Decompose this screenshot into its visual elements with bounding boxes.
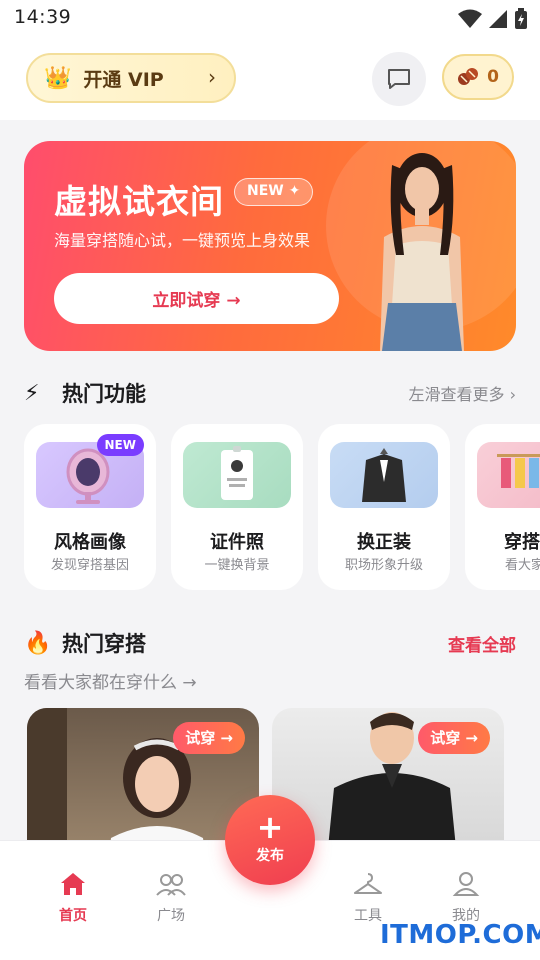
swipe-more-link[interactable]: 左滑查看更多 ›	[408, 381, 516, 405]
hanger-icon	[354, 873, 382, 894]
virtual-fitting-banner[interactable]: 虚拟试衣间 NEW ✦ 海量穿搭随心试，一键预览上身效果 立即试穿 →	[24, 141, 516, 351]
feature-card-outfit-square[interactable]: 穿搭广 看大家都	[465, 424, 540, 590]
outfit-square-image	[477, 442, 540, 508]
banner-title: 虚拟试衣间	[54, 182, 224, 221]
hot-outfits-header: 🔥 热门穿搭 查看全部	[24, 625, 516, 661]
status-bar: 14:39	[0, 0, 540, 36]
vip-label: 开通 VIP	[83, 68, 164, 91]
vip-button[interactable]: 👑 开通 VIP ›	[26, 53, 236, 103]
feature-name: 穿搭广	[504, 532, 540, 553]
feature-card-formal-wear[interactable]: 换正装 职场形象升级	[318, 424, 450, 590]
hot-outfits-subtitle[interactable]: 看看大家都在穿什么 →	[24, 668, 197, 693]
publish-label: 发布	[256, 848, 284, 864]
chevron-right-icon: ›	[509, 385, 516, 404]
banner-subtitle: 海量穿搭随心试，一键预览上身效果	[54, 231, 311, 250]
status-icons	[458, 8, 528, 30]
tab-tools[interactable]: 工具	[328, 871, 408, 925]
plus-icon: +	[256, 808, 284, 846]
hot-features-header: ⚡ 热门功能 左滑查看更多 ›	[24, 375, 516, 411]
battery-icon	[515, 8, 527, 29]
model-photo	[380, 153, 464, 351]
lightning-icon: ⚡	[24, 380, 40, 406]
chevron-right-icon: ›	[208, 65, 216, 89]
feature-desc: 一键换背景	[204, 558, 270, 573]
message-button[interactable]	[372, 52, 426, 106]
clothes-rack-icon	[497, 454, 540, 488]
fire-icon: 🔥	[24, 630, 52, 656]
feature-desc: 看大家都	[504, 558, 540, 573]
suit-icon	[362, 448, 406, 502]
status-time: 14:39	[14, 6, 72, 28]
tab-home[interactable]: 首页	[33, 871, 113, 925]
top-bar: 👑 开通 VIP › 0	[0, 36, 540, 120]
feature-name: 换正装	[357, 532, 411, 553]
user-icon	[452, 872, 480, 896]
try-on-button[interactable]: 试穿 →	[173, 722, 245, 754]
signal-icon	[489, 10, 507, 28]
try-now-label: 立即试穿 →	[152, 291, 241, 311]
try-now-button[interactable]: 立即试穿 →	[54, 273, 339, 324]
coffee-bean-icon	[458, 68, 479, 85]
home-icon	[61, 873, 85, 895]
community-icon	[156, 874, 186, 896]
tab-square-label: 广场	[157, 908, 185, 924]
message-icon	[388, 69, 410, 89]
formal-wear-image	[330, 442, 438, 508]
feature-desc: 职场形象升级	[344, 558, 423, 573]
id-card-icon	[221, 446, 253, 500]
id-photo-image	[183, 442, 291, 508]
tab-home-label: 首页	[59, 908, 87, 924]
feature-card-style-portrait[interactable]: NEW 风格画像 发现穿搭基因	[24, 424, 156, 590]
new-badge: NEW	[96, 434, 144, 456]
tab-mine[interactable]: 我的	[426, 871, 506, 925]
feature-name: 证件照	[210, 532, 264, 553]
coin-count: 0	[487, 67, 499, 87]
feature-name: 风格画像	[54, 532, 126, 553]
swipe-more-label: 左滑查看更多	[408, 385, 505, 404]
new-badge: NEW ✦	[234, 178, 314, 206]
view-all-link[interactable]: 查看全部	[448, 631, 516, 656]
hot-features-title: 热门功能	[62, 382, 146, 406]
tab-square[interactable]: 广场	[131, 871, 211, 925]
crown-icon: 👑	[44, 65, 72, 91]
wifi-icon	[458, 9, 482, 28]
feature-carousel[interactable]: NEW 风格画像 发现穿搭基因 证件照 一键换背景 换正装 职场形象升级 穿搭广…	[24, 424, 540, 592]
try-on-button[interactable]: 试穿 →	[418, 722, 490, 754]
feature-desc: 发现穿搭基因	[50, 558, 129, 573]
watermark: ITMOP.COM	[380, 920, 540, 950]
feature-card-id-photo[interactable]: 证件照 一键换背景	[171, 424, 303, 590]
coin-balance-button[interactable]: 0	[442, 54, 514, 100]
hot-outfits-title: 热门穿搭	[62, 632, 146, 656]
publish-button[interactable]: + 发布	[225, 795, 315, 885]
